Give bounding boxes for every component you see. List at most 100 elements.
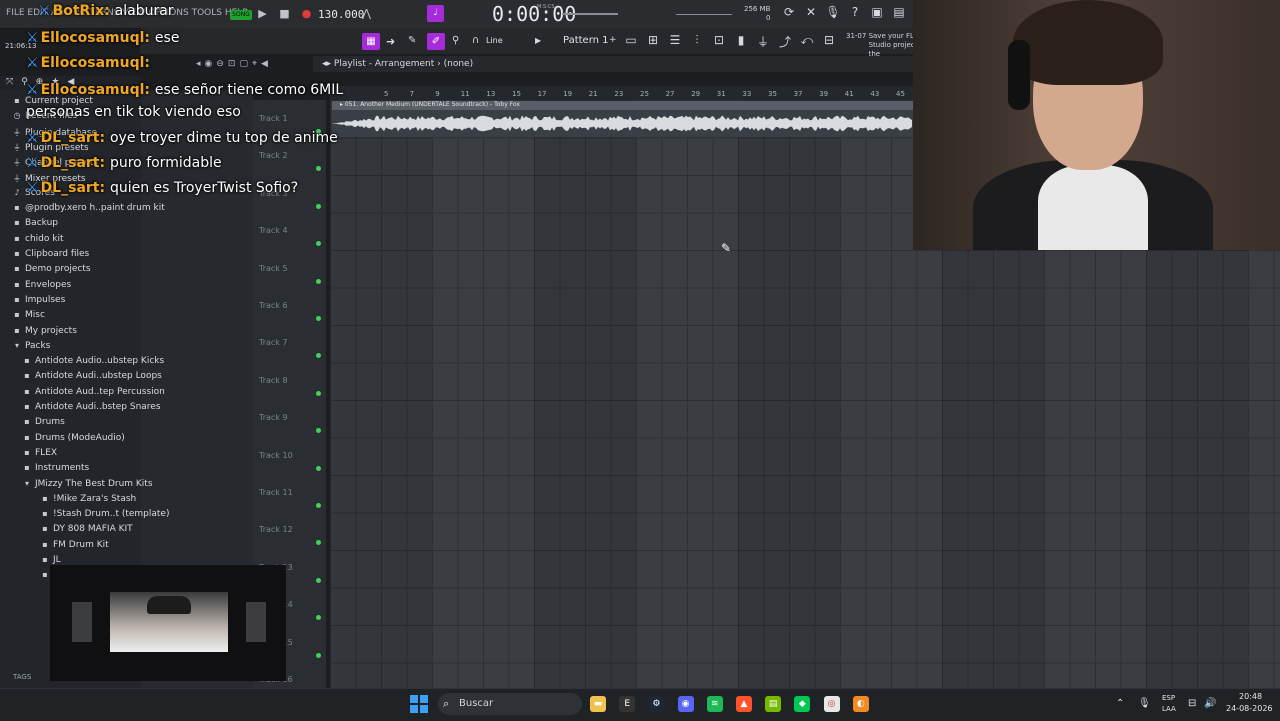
track-enable-dot[interactable] (316, 390, 321, 396)
browser-item[interactable]: ▪ chido kit (12, 234, 63, 249)
fl-studio-icon[interactable]: ◐ (852, 696, 869, 712)
tempo-display[interactable]: 130.000 (318, 8, 364, 21)
browser-item-label: Misc (25, 310, 45, 321)
microphone-icon[interactable]: 🎙 (825, 5, 841, 22)
stop-button[interactable]: ■ (276, 5, 293, 22)
browser-item[interactable]: ▪ Antidote Aud..tep Percussion (22, 387, 165, 402)
track-label[interactable]: Track 8 (259, 376, 288, 385)
taskbar-time[interactable]: 20:48 (1239, 692, 1262, 701)
track-label[interactable]: Track 7 (259, 338, 288, 347)
browser-item[interactable]: ▪ Drums (22, 417, 65, 432)
play-button[interactable]: ▶ (254, 5, 271, 22)
cart-icon[interactable]: ⊟ (821, 33, 837, 50)
browser-item[interactable]: ▪ Clipboard files (12, 249, 89, 264)
browser-item[interactable]: ▪ Impulses (12, 295, 65, 310)
taskbar-date[interactable]: 24-08-2026 (1226, 704, 1273, 713)
browser-item[interactable]: ▪ My projects (12, 326, 77, 341)
track-enable-dot[interactable] (316, 203, 321, 209)
tray-network-icon[interactable]: ⊟ (1188, 698, 1196, 709)
typing-keyboard-icon[interactable]: ♩ (427, 5, 444, 22)
browser-item[interactable]: ▪ Demo projects (12, 264, 90, 279)
browser-item[interactable]: ▪ DY 808 MAFIA KIT (40, 524, 132, 539)
track-enable-dot[interactable] (316, 465, 321, 471)
track-label[interactable]: Track 9 (259, 413, 288, 422)
pick-icon[interactable]: ⤴ (777, 33, 793, 50)
save-icon[interactable]: ▣ (869, 5, 885, 22)
track-label[interactable]: Track 6 (259, 301, 288, 310)
pattern-arrow-icon[interactable]: ▶ (535, 36, 541, 45)
browser-item[interactable]: ▪ Envelopes (12, 280, 71, 295)
discord-icon[interactable]: ◉ (677, 696, 694, 712)
pattern-selector[interactable]: Pattern 1 (563, 35, 609, 46)
track-enable-dot[interactable] (316, 652, 321, 658)
browser-item[interactable]: ▪ !Stash Drum..t (template) (40, 509, 169, 524)
record-button[interactable]: ● (298, 5, 315, 22)
browser-item[interactable]: ▾ Packs (12, 341, 50, 356)
tray-volume-icon[interactable]: 🔊 (1204, 698, 1216, 709)
arrangement-name[interactable]: (none) (444, 59, 473, 69)
browser-item[interactable]: ▪ Antidote Audi..bstep Snares (22, 402, 160, 417)
browser-item[interactable]: ▪ FLEX (22, 448, 57, 463)
brave-icon[interactable]: ▲ (736, 696, 752, 712)
browser-item[interactable]: ▾ JMizzy The Best Drum Kits (22, 479, 153, 494)
browser-item[interactable]: ▪ !Mike Zara's Stash (40, 494, 136, 509)
track-label[interactable]: Track 2 (259, 151, 288, 160)
browser-item[interactable]: ▪ Instruments (22, 463, 89, 478)
track-enable-dot[interactable] (316, 278, 321, 284)
tray-chevron-icon[interactable]: ⌃ (1116, 698, 1124, 709)
track-label[interactable]: Track 12 (259, 525, 293, 534)
nvidia-icon[interactable]: ▤ (765, 696, 782, 712)
track-enable-dot[interactable] (316, 577, 321, 583)
track-enable-dot[interactable] (316, 316, 321, 321)
help-icon[interactable]: ? (847, 5, 863, 22)
song-mode-toggle[interactable]: SONG (230, 10, 252, 20)
magnet-icon[interactable]: ∩ (472, 35, 479, 46)
brush-icon[interactable]: ✎ (408, 35, 416, 46)
undo-icon[interactable]: ⤺ (799, 33, 815, 50)
chrome-icon[interactable]: ◎ (823, 696, 840, 712)
steam-icon[interactable]: ⚙ (648, 696, 665, 712)
plugin-icon[interactable]: ▮ (733, 33, 749, 50)
arrow-right-icon[interactable]: ➜ (386, 35, 395, 48)
master-pitch-slider[interactable] (676, 14, 732, 15)
pencil-icon[interactable]: ✐ (427, 33, 445, 50)
stamp-icon[interactable]: ⚲ (452, 35, 459, 46)
snap-selector[interactable]: Line (486, 36, 503, 45)
track-label[interactable]: Track 5 (259, 264, 288, 273)
audio-clip-waveform[interactable] (332, 110, 913, 137)
browser-item[interactable]: ▪ Antidote Audio..ubstep Kicks (22, 356, 164, 371)
online-icon[interactable]: ⟳ (781, 5, 797, 22)
tags-label[interactable]: TAGS (13, 673, 31, 681)
track-label[interactable]: Track 11 (259, 488, 293, 497)
playlist-icon[interactable]: ▭ (623, 33, 639, 50)
file-explorer-icon[interactable]: ▬ (590, 696, 606, 712)
piano-roll-icon[interactable]: ☰ (667, 33, 683, 50)
playlist-tool-icon[interactable]: ▦ (362, 33, 380, 50)
plug-icon[interactable]: ⏚ (755, 33, 771, 50)
game-app-icon[interactable]: ◆ (794, 696, 811, 712)
track-enable-dot[interactable] (316, 503, 321, 508)
browser-icon[interactable]: ▤ (891, 5, 907, 22)
browser-item[interactable]: ▪ Antidote Audi..ubstep Loops (22, 371, 162, 386)
epic-games-icon[interactable]: E (619, 696, 636, 712)
mixer-icon[interactable]: ⫶ (689, 33, 705, 50)
track-label[interactable]: Track 10 (259, 451, 293, 460)
language-code[interactable]: ESP (1162, 694, 1175, 702)
start-button[interactable] (410, 695, 428, 713)
add-pattern-icon[interactable]: + (609, 35, 617, 45)
browser-item[interactable]: ▪ Backup (12, 218, 58, 233)
metronome-icon[interactable]: ⋀ (362, 7, 371, 20)
channel-rack-icon[interactable]: ⊡ (711, 33, 727, 50)
browser-item[interactable]: ▪ @prodby.xero h..paint drum kit (12, 203, 164, 218)
track-label[interactable]: Track 1 (259, 114, 288, 123)
tools-icon[interactable]: ✕ (803, 5, 819, 22)
keyboard-layout[interactable]: LAA (1162, 705, 1176, 713)
browser-item[interactable]: ▪ FM Drum Kit (40, 540, 108, 555)
track-label[interactable]: Track 4 (259, 226, 288, 235)
master-volume-slider[interactable] (562, 13, 618, 15)
tray-microphone-icon[interactable]: 🎙 (1138, 698, 1151, 709)
browser-item[interactable]: ▪ Drums (ModeAudio) (22, 433, 125, 448)
step-sequencer-icon[interactable]: ⊞ (645, 33, 661, 50)
browser-item[interactable]: ▪ Misc (12, 310, 45, 325)
spotify-icon[interactable]: ≋ (706, 696, 723, 712)
